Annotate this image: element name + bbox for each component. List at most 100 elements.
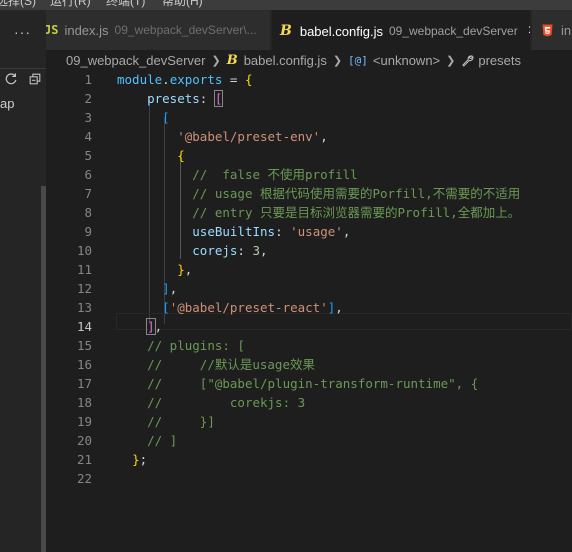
line-content: module.exports = { bbox=[117, 72, 253, 87]
menu-item-terminal[interactable]: 终端(T) bbox=[106, 0, 145, 9]
code-line: 22 bbox=[46, 469, 572, 488]
line-content: // entry 只要是目标浏览器需要的Profill,全都加上。 bbox=[192, 205, 521, 220]
line-content: // }] bbox=[147, 414, 215, 429]
code-line: 9 useBuiltIns: 'usage', bbox=[46, 222, 572, 241]
line-content: ['@babel/preset-react'], bbox=[162, 300, 343, 315]
line-number: 14 bbox=[76, 319, 92, 334]
line-content: // ["@babel/plugin-transform-runtime", { bbox=[147, 376, 479, 391]
line-number: 12 bbox=[76, 281, 92, 296]
line-content: ], bbox=[162, 281, 178, 296]
line-content: useBuiltIns: 'usage', bbox=[192, 224, 351, 239]
tab-path: 09_webpack_devServer\... bbox=[114, 23, 257, 37]
collapse-all-icon[interactable] bbox=[28, 72, 42, 86]
line-number: 20 bbox=[76, 433, 92, 448]
line-content: // usage 根据代码使用需要的Porfill,不需要的不适用 bbox=[192, 186, 521, 201]
code-line: 7 // usage 根据代码使用需要的Porfill,不需要的不适用 bbox=[46, 184, 572, 203]
line-content: // ] bbox=[147, 433, 178, 448]
code-line: 13 ['@babel/preset-react'], bbox=[46, 298, 572, 317]
tab-path: 09_webpack_devServer bbox=[388, 24, 518, 38]
tab-index-js[interactable]: JS index.js 09_webpack_devServer\... bbox=[46, 10, 270, 50]
line-content: corejs: 3, bbox=[192, 243, 268, 258]
line-number: 16 bbox=[76, 357, 92, 372]
chevron-right-icon: ❯ bbox=[446, 54, 456, 67]
code-line: 1 module.exports = { bbox=[46, 70, 572, 89]
tab-babel-config[interactable]: B babel.config.js 09_webpack_devServer × bbox=[272, 10, 530, 51]
code-line: 21 }; bbox=[46, 450, 572, 469]
line-number: 1 bbox=[84, 72, 92, 87]
line-number: 2 bbox=[84, 91, 92, 106]
code-line: 17 // ["@babel/plugin-transform-runtime"… bbox=[46, 374, 572, 393]
breadcrumb-file[interactable]: B babel.config.js bbox=[227, 53, 327, 68]
code-line: 18 // corekjs: 3 bbox=[46, 393, 572, 412]
chevron-right-icon: ❯ bbox=[211, 54, 221, 67]
tab-filename: in bbox=[561, 22, 572, 38]
line-number: 18 bbox=[76, 395, 92, 410]
html5-icon bbox=[542, 24, 553, 36]
line-content: }, bbox=[177, 262, 193, 277]
code-line: 19 // }] bbox=[46, 412, 572, 431]
line-number: 10 bbox=[76, 243, 92, 258]
code-line: 3 [ bbox=[46, 108, 572, 127]
editor-tab-bar: JS index.js 09_webpack_devServer\... B b… bbox=[46, 10, 572, 51]
breadcrumb-folder[interactable]: 09_webpack_devServer bbox=[66, 53, 205, 68]
babel-icon: B bbox=[226, 52, 238, 68]
breadcrumb-symbol[interactable]: [@] <unknown> bbox=[348, 53, 440, 68]
code-line: 10 corejs: 3, bbox=[46, 241, 572, 260]
line-content: // plugins: [ bbox=[147, 338, 245, 353]
brackets-icon: [@] bbox=[348, 53, 368, 67]
tab-index-html[interactable]: in bbox=[532, 10, 572, 50]
code-line: 14 ], bbox=[46, 317, 572, 336]
code-line: 11 }, bbox=[46, 260, 572, 279]
menu-item-run[interactable]: 运行(R) bbox=[50, 0, 91, 9]
code-line: 12 ], bbox=[46, 279, 572, 298]
line-number: 8 bbox=[84, 205, 92, 220]
line-content: [ bbox=[162, 110, 170, 125]
code-line: 6 // false 不使用profill bbox=[46, 165, 572, 184]
babel-icon: B bbox=[280, 23, 292, 39]
line-number: 22 bbox=[76, 471, 92, 486]
chevron-right-icon: ❯ bbox=[332, 54, 343, 67]
code-line: 16 // //默认是usage效果 bbox=[46, 355, 572, 374]
line-number: 3 bbox=[84, 110, 92, 125]
refresh-icon[interactable] bbox=[4, 72, 18, 86]
line-number: 11 bbox=[76, 262, 92, 277]
line-number: 17 bbox=[76, 376, 92, 391]
line-content: { bbox=[177, 148, 185, 163]
line-content: '@babel/preset-env', bbox=[177, 129, 328, 144]
code-editor[interactable]: 1 module.exports = { 2 presets: [ 3 [ 4 … bbox=[46, 70, 572, 552]
line-number: 5 bbox=[84, 148, 92, 163]
tab-filename: babel.config.js bbox=[299, 23, 383, 39]
menu-item-selection[interactable]: 选择(S) bbox=[0, 0, 36, 9]
more-actions-icon[interactable]: ··· bbox=[14, 24, 31, 40]
code-line: 15 // plugins: [ bbox=[46, 336, 572, 355]
line-number: 9 bbox=[84, 224, 92, 239]
code-line: 8 // entry 只要是目标浏览器需要的Profill,全都加上。 bbox=[46, 203, 572, 222]
breadcrumb-symbol-label: <unknown> bbox=[372, 52, 441, 68]
breadcrumb-property-label: presets bbox=[478, 52, 522, 68]
code-line: 4 '@babel/preset-env', bbox=[46, 127, 572, 146]
line-content: }; bbox=[132, 452, 148, 467]
line-content: // corekjs: 3 bbox=[147, 395, 306, 410]
menu-item-help[interactable]: 帮助(H) bbox=[162, 0, 203, 9]
code-line: 5 { bbox=[46, 146, 572, 165]
line-content: // //默认是usage效果 bbox=[147, 357, 315, 372]
tab-filename: index.js bbox=[64, 22, 109, 38]
line-number: 4 bbox=[84, 129, 92, 144]
line-content: // false 不使用profill bbox=[192, 167, 358, 182]
line-number: 15 bbox=[76, 338, 92, 353]
close-icon[interactable]: × bbox=[528, 22, 530, 40]
breadcrumb-property[interactable]: presets bbox=[461, 53, 521, 68]
code-line: 20 // ] bbox=[46, 431, 572, 450]
breadcrumb-file-label: babel.config.js bbox=[243, 52, 327, 68]
line-number: 21 bbox=[76, 452, 92, 467]
breadcrumb: 09_webpack_devServer ❯ B babel.config.js… bbox=[46, 50, 572, 70]
line-number: 13 bbox=[76, 300, 92, 315]
explorer-sidebar: ··· ap bbox=[0, 10, 47, 552]
line-content: presets: [ bbox=[147, 90, 224, 107]
line-number: 6 bbox=[84, 167, 92, 182]
line-content: ], bbox=[146, 318, 163, 335]
line-number: 19 bbox=[76, 414, 92, 429]
sidebar-item-label[interactable]: ap bbox=[0, 96, 14, 111]
wrench-icon bbox=[462, 54, 474, 67]
line-number: 7 bbox=[84, 186, 92, 201]
